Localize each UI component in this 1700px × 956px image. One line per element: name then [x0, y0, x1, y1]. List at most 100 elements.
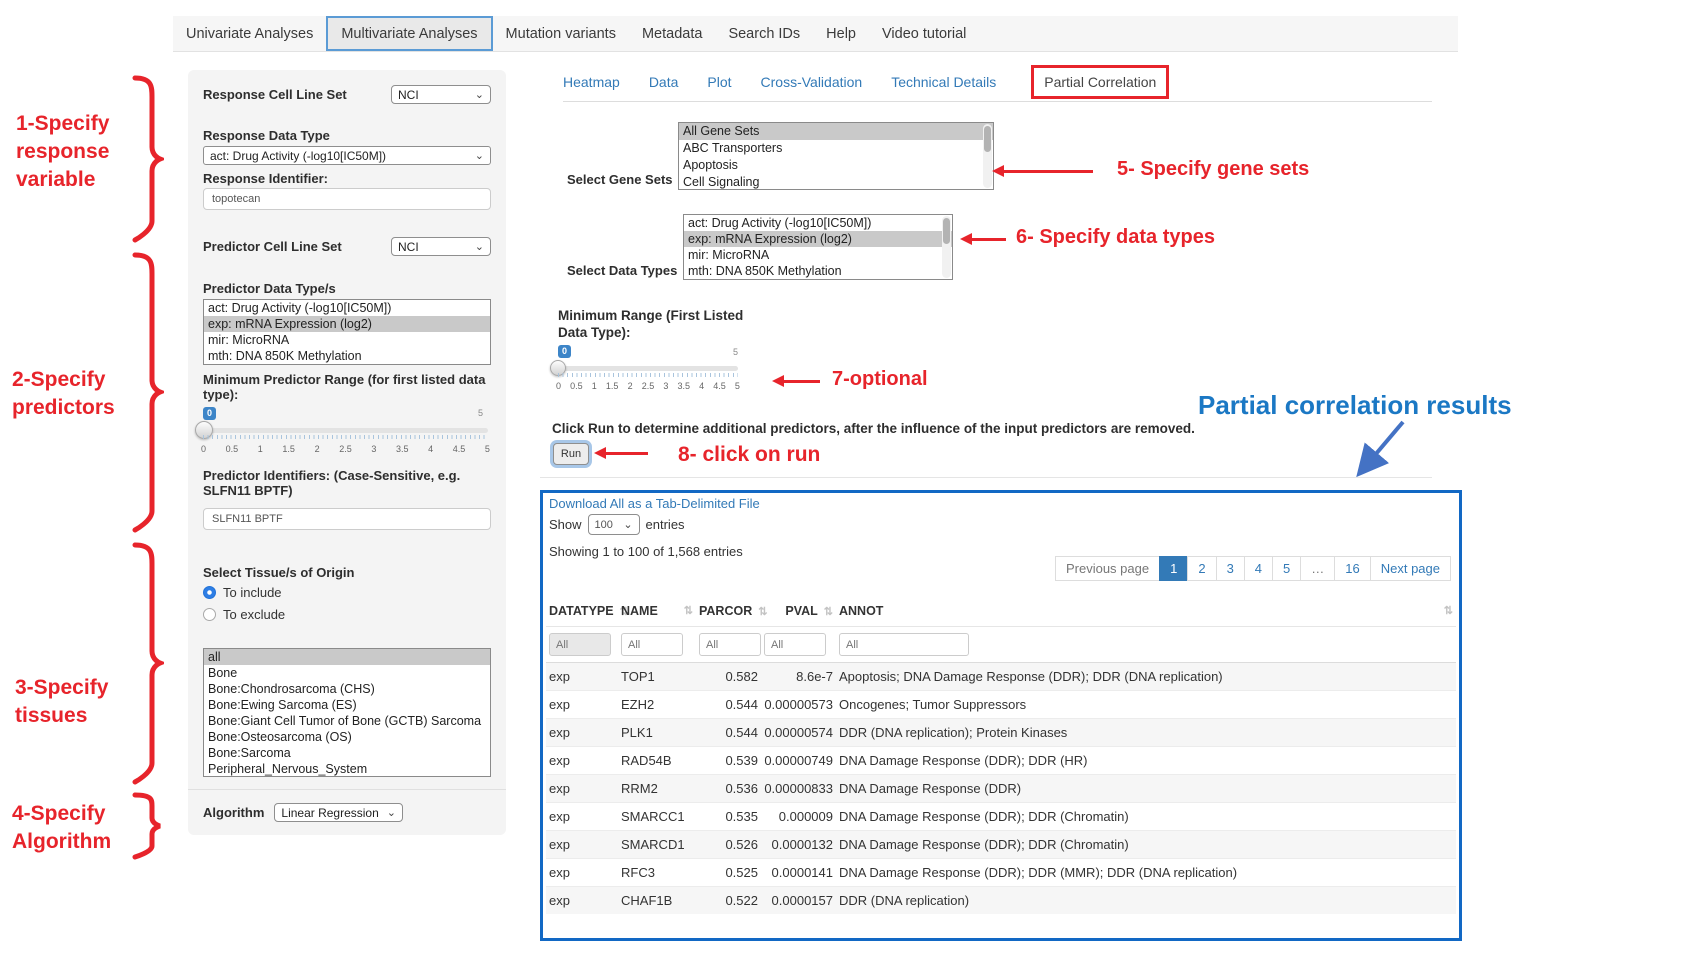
list-item[interactable]: Apoptosis	[679, 157, 993, 174]
annotation-optional: 7-optional	[832, 368, 928, 391]
min-range-slider[interactable]	[558, 366, 738, 371]
run-button[interactable]: Run	[553, 443, 589, 465]
nav-univariate-analyses[interactable]: Univariate Analyses	[173, 16, 326, 51]
filter-name-input[interactable]	[621, 633, 683, 656]
table-row[interactable]: expRFC3 0.5250.0000141 DNA Damage Respon…	[546, 859, 1456, 887]
table-row[interactable]: expRRM2 0.5360.00000833 DNA Damage Respo…	[546, 775, 1456, 803]
table-row[interactable]: expSMARCC1 0.5350.000009 DNA Damage Resp…	[546, 803, 1456, 831]
column-header-parcor[interactable]: PARCOR⇅	[696, 596, 761, 627]
show-label: Show	[549, 517, 582, 532]
list-item[interactable]: mth: DNA 850K Methylation	[684, 263, 952, 279]
page-button-3[interactable]: 3	[1216, 556, 1245, 581]
annotation-data-types: 6- Specify data types	[1016, 226, 1215, 249]
arrow-optional	[778, 380, 820, 383]
scrollbar-thumb[interactable]	[984, 126, 991, 152]
tab-plot[interactable]: Plot	[707, 74, 731, 90]
list-item[interactable]: Bone:Osteosarcoma (OS)	[204, 729, 490, 745]
list-item[interactable]: mir: MicroRNA	[204, 332, 490, 348]
annotation-specify-algorithm: 4-Specify Algorithm	[12, 800, 111, 856]
filter-pval-input[interactable]	[764, 633, 826, 656]
nav-search-ids[interactable]: Search IDs	[715, 16, 813, 51]
list-item[interactable]: mth: DNA 850K Methylation	[204, 348, 490, 364]
list-item[interactable]: Bone:Chondrosarcoma (CHS)	[204, 681, 490, 697]
next-page-button[interactable]: Next page	[1370, 556, 1451, 581]
column-header-annot[interactable]: ANNOT⇅	[836, 596, 1456, 627]
previous-page-button[interactable]: Previous page	[1055, 556, 1160, 581]
table-row[interactable]: expCHAF1B 0.5220.0000157 DDR (DNA replic…	[546, 887, 1456, 915]
sort-icon[interactable]: ⇅	[758, 606, 767, 618]
arrow-data-types	[966, 238, 1006, 241]
list-item[interactable]: exp: mRNA Expression (log2)	[204, 316, 490, 332]
tab-heatmap[interactable]: Heatmap	[563, 74, 620, 90]
brace-annotation-2	[132, 252, 164, 533]
filter-parcor-input[interactable]	[699, 633, 761, 656]
radio-to-include[interactable]: To include	[203, 585, 282, 600]
download-link[interactable]: Download All as a Tab-Delimited File	[549, 496, 760, 511]
tab-cross-validation[interactable]: Cross-Validation	[761, 74, 863, 90]
page-button-4[interactable]: 4	[1244, 556, 1273, 581]
algorithm-select[interactable]: Linear Regression ⌄	[274, 803, 403, 822]
page-button-5[interactable]: 5	[1272, 556, 1301, 581]
scrollbar[interactable]	[983, 124, 992, 188]
radio-to-exclude[interactable]: To exclude	[203, 607, 285, 622]
settings-panel: Response Cell Line Set NCI ⌄ Response Da…	[188, 70, 506, 835]
scrollbar[interactable]	[942, 216, 951, 278]
page-ellipsis: …	[1300, 556, 1335, 581]
table-row[interactable]: expPLK1 0.5440.00000574 DDR (DNA replica…	[546, 719, 1456, 747]
nav-multivariate-analyses[interactable]: Multivariate Analyses	[326, 16, 492, 51]
page-button-16[interactable]: 16	[1334, 556, 1370, 581]
list-item[interactable]: Bone	[204, 665, 490, 681]
list-item[interactable]: Bone:Ewing Sarcoma (ES)	[204, 697, 490, 713]
sort-icon[interactable]: ⇅	[684, 604, 693, 617]
min-predictor-range-label: Minimum Predictor Range (for first liste…	[203, 372, 488, 402]
slider-tickmarks	[558, 373, 738, 377]
sort-icon[interactable]: ⇅	[824, 606, 833, 618]
list-item[interactable]: mir: MicroRNA	[684, 247, 952, 263]
annotation-specify-response: 1-Specify response variable	[16, 110, 109, 194]
list-item[interactable]: ABC Transporters	[679, 140, 993, 157]
list-item[interactable]: all	[204, 649, 490, 665]
list-item[interactable]: Bone:Sarcoma	[204, 745, 490, 761]
column-header-name[interactable]: NAME⇅	[618, 596, 696, 627]
response-data-type-select[interactable]: act: Drug Activity (-log10[IC50M]) ⌄	[203, 146, 491, 165]
chevron-down-icon: ⌄	[475, 242, 484, 252]
list-item[interactable]: exp: mRNA Expression (log2)	[684, 231, 952, 247]
tab-technical-details[interactable]: Technical Details	[891, 74, 996, 90]
filter-annot-input[interactable]	[839, 633, 969, 656]
table-row[interactable]: expEZH2 0.5440.00000573 Oncogenes; Tumor…	[546, 691, 1456, 719]
nav-video-tutorial[interactable]: Video tutorial	[869, 16, 979, 51]
scrollbar-thumb[interactable]	[943, 218, 950, 244]
response-data-type-value: act: Drug Activity (-log10[IC50M])	[210, 149, 386, 163]
list-item[interactable]: All Gene Sets	[679, 123, 993, 140]
tab-data[interactable]: Data	[649, 74, 679, 90]
filter-datatype-input[interactable]	[549, 633, 611, 656]
app-screen: Univariate Analyses Multivariate Analyse…	[0, 0, 1700, 956]
entries-label: entries	[646, 517, 685, 532]
predictor-identifiers-input[interactable]	[203, 508, 491, 530]
table-row[interactable]: expSMARCD1 0.5260.0000132 DNA Damage Res…	[546, 831, 1456, 859]
list-item[interactable]: act: Drug Activity (-log10[IC50M])	[684, 215, 952, 231]
nav-mutation-variants[interactable]: Mutation variants	[493, 16, 629, 51]
sort-icon[interactable]: ⇅	[1444, 604, 1453, 617]
response-cell-line-set-select[interactable]: NCI ⌄	[391, 85, 491, 104]
nav-help[interactable]: Help	[813, 16, 869, 51]
column-header-datatype[interactable]: DATATYPE⇅	[546, 596, 618, 627]
predictor-cell-line-set-select[interactable]: NCI ⌄	[391, 237, 491, 256]
page-button-1[interactable]: 1	[1159, 556, 1188, 581]
response-identifier-input[interactable]	[203, 188, 491, 210]
table-row[interactable]: expRAD54B 0.5390.00000749 DNA Damage Res…	[546, 747, 1456, 775]
slider-tick-labels: 00.51 1.522.5 33.54 4.55	[201, 444, 490, 454]
list-item[interactable]: Bone:Giant Cell Tumor of Bone (GCTB) Sar…	[204, 713, 490, 729]
list-item[interactable]: Cell Signaling	[679, 174, 993, 190]
entries-select[interactable]: 100 ⌄	[588, 514, 640, 535]
chevron-down-icon: ⌄	[475, 151, 484, 161]
table-header-row: DATATYPE⇅ NAME⇅ PARCOR⇅ PVAL⇅ ANNOT⇅	[546, 596, 1456, 627]
list-item[interactable]: act: Drug Activity (-log10[IC50M])	[204, 300, 490, 316]
page-button-2[interactable]: 2	[1187, 556, 1216, 581]
tab-partial-correlation[interactable]: Partial Correlation	[1031, 65, 1169, 99]
table-row[interactable]: expTOP1 0.5828.6e-7 Apoptosis; DNA Damag…	[546, 663, 1456, 691]
nav-metadata[interactable]: Metadata	[629, 16, 715, 51]
min-predictor-range-slider[interactable]	[203, 428, 488, 433]
list-item[interactable]: Peripheral_Nervous_System	[204, 761, 490, 777]
column-header-pval[interactable]: PVAL⇅	[761, 596, 836, 627]
